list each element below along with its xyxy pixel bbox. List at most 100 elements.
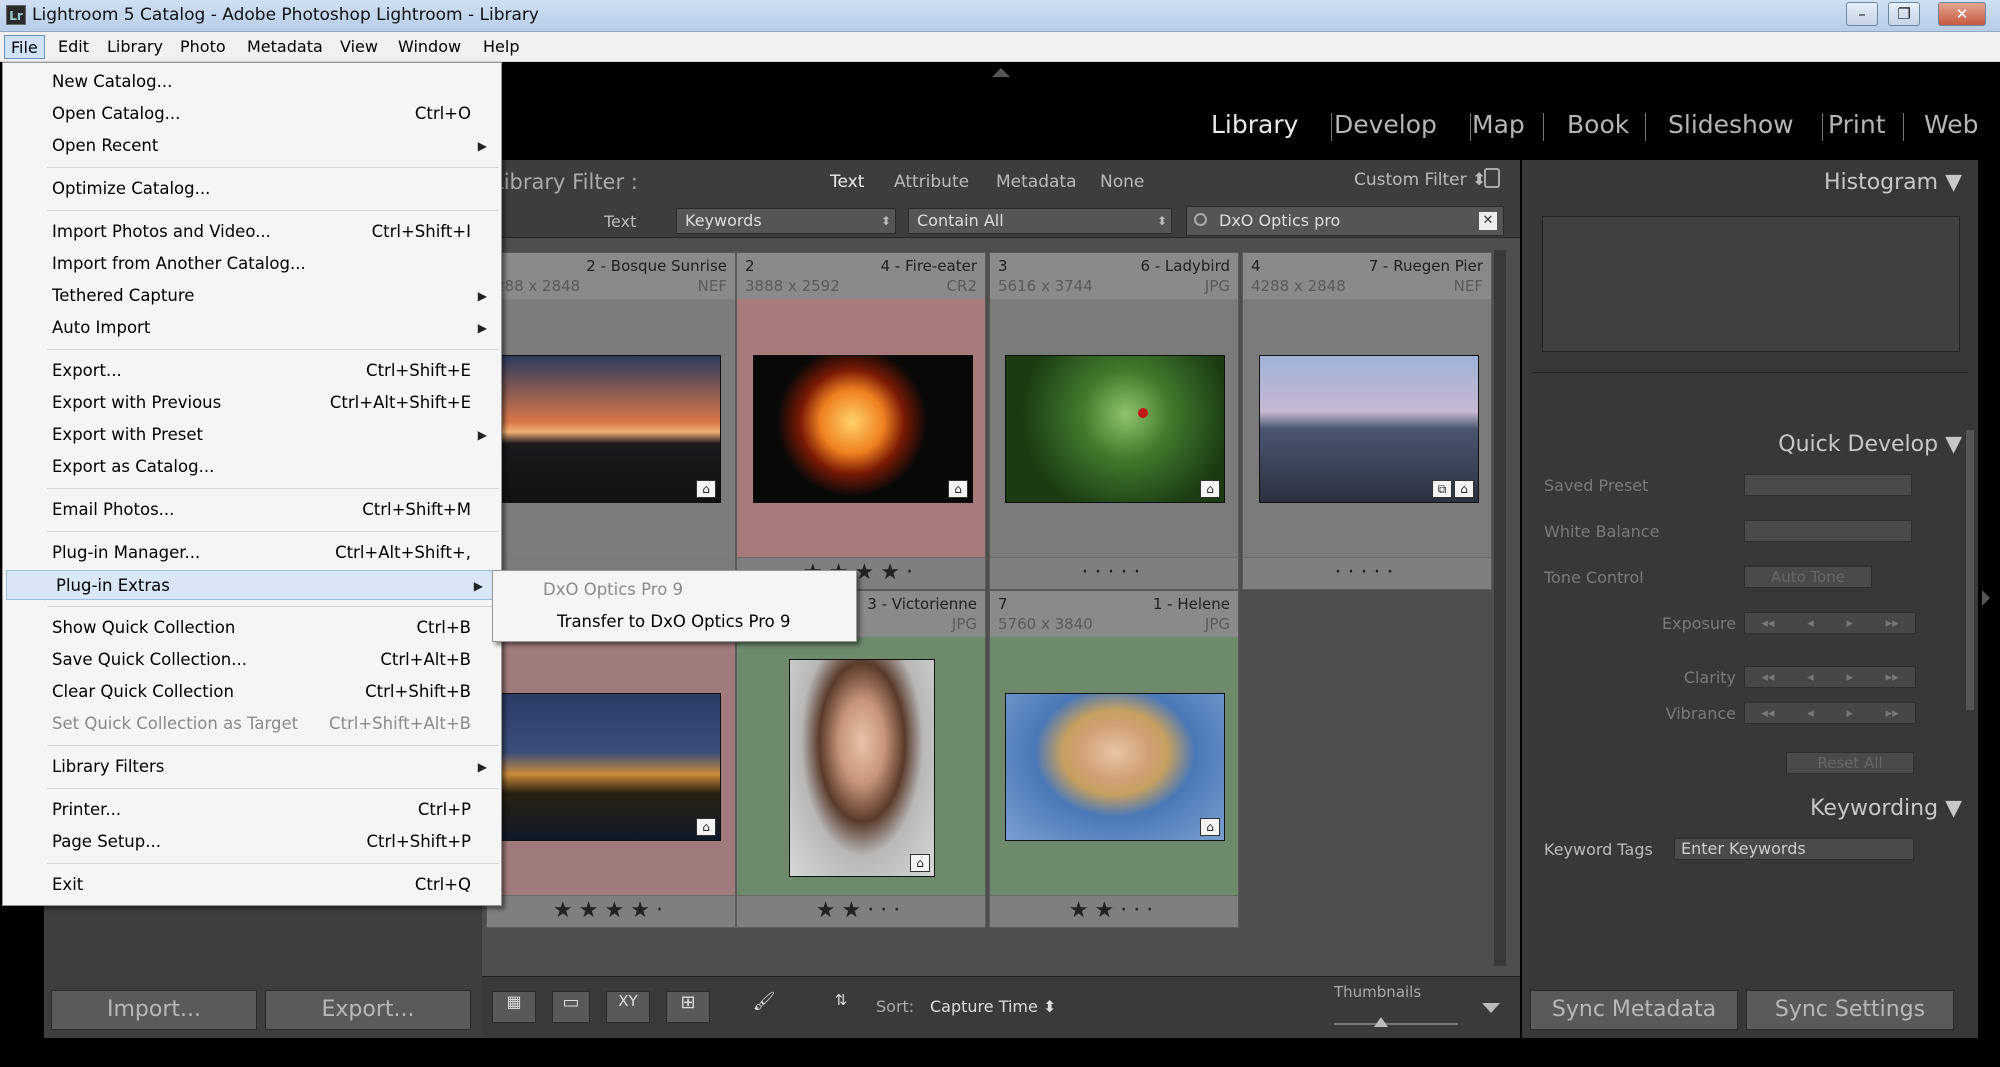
grid-scrollbar[interactable] — [1494, 250, 1506, 966]
menu-item-tethered-capture[interactable]: Tethered Capture ▶ — [3, 281, 501, 311]
import-button[interactable]: Import... — [51, 990, 257, 1030]
menu-item-library-filters[interactable]: Library Filters ▶ — [3, 752, 501, 782]
thumbnail-city-night[interactable]: ⌂ — [501, 693, 721, 841]
keywords-dropdown[interactable]: Keywords ⬍ — [676, 208, 896, 234]
filter-tab-text[interactable]: Text — [830, 172, 864, 192]
auto-tone-button[interactable]: Auto Tone — [1744, 566, 1872, 588]
photo-cell[interactable]: 24 - Fire-eater 3888 x 2592 CR2 ⌂ ★★★★· — [736, 252, 986, 590]
sync-settings-button[interactable]: Sync Settings — [1746, 990, 1954, 1030]
sync-metadata-button[interactable]: Sync Metadata — [1530, 990, 1738, 1030]
menu-item-export-with-preset[interactable]: Export with Preset ▶ — [3, 420, 501, 450]
thumbnail-fire-eater[interactable]: ⌂ — [753, 355, 973, 503]
filter-tab-none[interactable]: None — [1100, 172, 1144, 192]
photo-cell[interactable]: 4 7 - Ruegen Pier 4288 x 2848 NEF ⌂ ⧉ ····· — [1242, 252, 1492, 590]
star-rating[interactable]: ····· — [1243, 557, 1491, 589]
custom-filter-preset[interactable]: Custom Filter ⬍ — [1354, 170, 1486, 190]
photo-cell[interactable]: 3 6 - Ladybird 5616 x 3744 JPG ⌂ ····· — [989, 252, 1239, 590]
keywording-header[interactable]: Keywording ▼ — [1810, 796, 1962, 821]
close-button[interactable]: ✕ — [1938, 2, 1986, 26]
menu-help[interactable]: Help — [477, 35, 525, 59]
menu-item-exit[interactable]: Exit Ctrl+Q — [3, 870, 501, 900]
star-rating[interactable]: ★★··· — [737, 895, 985, 927]
menu-window[interactable]: Window — [392, 35, 467, 59]
filter-search-input[interactable]: DxO Optics pro ✕ — [1186, 206, 1504, 236]
expand-right-panel-icon[interactable] — [1982, 590, 1990, 606]
reset-all-button[interactable]: Reset All — [1786, 752, 1914, 774]
grid-view-icon[interactable]: ▦ — [492, 991, 536, 1023]
module-map[interactable]: Map — [1472, 110, 1525, 139]
painter-icon[interactable]: 🖌 — [752, 991, 776, 1023]
photo-cell[interactable]: 7 1 - Helene 5760 x 3840 JPG ⌂ ★★··· — [989, 590, 1239, 928]
keyword-tags-dropdown[interactable]: Enter Keywords — [1674, 838, 1914, 860]
white-balance-dropdown[interactable] — [1744, 520, 1912, 542]
menu-photo[interactable]: Photo — [174, 35, 232, 59]
menu-item-export[interactable]: Export... Ctrl+Shift+E — [3, 356, 501, 386]
filter-tab-metadata[interactable]: Metadata — [996, 172, 1077, 192]
star-rating[interactable]: ····· — [990, 557, 1238, 589]
menu-file[interactable]: File — [4, 35, 45, 59]
menu-metadata[interactable]: Metadata — [241, 35, 329, 59]
file-menu: New Catalog... Open Catalog... Ctrl+O Open … — [2, 62, 502, 906]
module-web[interactable]: Web — [1924, 110, 1979, 139]
clear-search-icon[interactable]: ✕ — [1479, 212, 1497, 230]
compare-view-icon[interactable]: XY — [606, 991, 650, 1023]
menu-item-import-photos-and-video[interactable]: Import Photos and Video... Ctrl+Shift+I — [3, 217, 501, 247]
minimize-button[interactable]: – — [1846, 2, 1878, 26]
thumbnail-ruegen-pier[interactable]: ⌂ ⧉ — [1259, 355, 1479, 503]
filter-tab-attribute[interactable]: Attribute — [894, 172, 969, 192]
lock-icon[interactable] — [1484, 168, 1500, 188]
maximize-button[interactable]: ❐ — [1888, 2, 1920, 26]
menu-item-open-catalog[interactable]: Open Catalog... Ctrl+O — [3, 99, 501, 129]
module-develop[interactable]: Develop — [1334, 110, 1437, 139]
menu-item-page-setup[interactable]: Page Setup... Ctrl+Shift+P — [3, 827, 501, 857]
menu-item-new-catalog[interactable]: New Catalog... — [3, 67, 501, 97]
menu-item-open-recent[interactable]: Open Recent ▶ — [3, 131, 501, 161]
star-rating[interactable]: ★★··· — [990, 895, 1238, 927]
menu-item-save-quick-collection[interactable]: Save Quick Collection... Ctrl+Alt+B — [3, 645, 501, 675]
module-library[interactable]: Library — [1211, 110, 1298, 139]
saved-preset-dropdown[interactable] — [1744, 474, 1912, 496]
thumbnail-bosque-sunrise[interactable]: ⌂ — [501, 355, 721, 503]
rule-dropdown[interactable]: Contain All ⬍ — [908, 208, 1172, 234]
module-print[interactable]: Print — [1828, 110, 1886, 139]
module-slideshow[interactable]: Slideshow — [1668, 110, 1794, 139]
thumbnail-helene[interactable]: ⌂ — [1005, 693, 1225, 841]
thumbnail-ladybird[interactable]: ⌂ — [1005, 355, 1225, 503]
menu-item-clear-quick-collection[interactable]: Clear Quick Collection Ctrl+Shift+B — [3, 677, 501, 707]
right-panel-scrollbar[interactable] — [1966, 430, 1974, 710]
histogram-header[interactable]: Histogram ▼ — [1824, 170, 1962, 195]
menu-item-plug-in-extras[interactable]: Plug-in Extras ▶ — [6, 570, 498, 600]
module-book[interactable]: Book — [1567, 110, 1629, 139]
menu-item-show-quick-collection[interactable]: Show Quick Collection Ctrl+B — [3, 613, 501, 643]
menu-library[interactable]: Library — [101, 35, 169, 59]
survey-view-icon[interactable]: ⊞ — [666, 991, 710, 1023]
sort-direction-icon[interactable]: ⇅ — [818, 991, 864, 1023]
menu-edit[interactable]: Edit — [52, 35, 95, 59]
menu-view[interactable]: View — [334, 35, 384, 59]
slider-thumb-icon[interactable] — [1374, 1017, 1388, 1027]
export-button[interactable]: Export... — [265, 990, 471, 1030]
menu-item-auto-import[interactable]: Auto Import ▶ — [3, 313, 501, 343]
menu-item-plug-in-manager[interactable]: Plug-in Manager... Ctrl+Alt+Shift+, — [3, 538, 501, 568]
collapse-top-panel-icon[interactable] — [992, 68, 1010, 77]
menu-item-optimize-catalog[interactable]: Optimize Catalog... — [3, 174, 501, 204]
exposure-steppers[interactable]: ◂◂ ◂ ▸ ▸▸ — [1744, 612, 1916, 634]
thumbnail-victorienne[interactable]: ⌂ — [789, 659, 935, 877]
photo-cell[interactable]: 2 - Bosque Sunrise 288 x 2848 NEF ⌂ — [486, 252, 736, 590]
clarity-steppers[interactable]: ◂◂ ◂ ▸ ▸▸ — [1744, 666, 1916, 688]
vibrance-steppers[interactable]: ◂◂ ◂ ▸ ▸▸ — [1744, 702, 1916, 724]
quick-develop-header[interactable]: Quick Develop ▼ — [1778, 432, 1962, 457]
menu-item-export-as-catalog[interactable]: Export as Catalog... — [3, 452, 501, 482]
thumbnail-size-slider[interactable] — [1334, 1023, 1458, 1025]
cell-dimensions: 4288 x 2848 — [1251, 277, 1346, 295]
menu-item-email-photos[interactable]: Email Photos... Ctrl+Shift+M — [3, 495, 501, 525]
menu-item-shortcut: Ctrl+Alt+Shift+E — [329, 393, 471, 412]
toolbar-options-icon[interactable] — [1482, 1003, 1500, 1013]
sort-dropdown[interactable]: Capture Time ⬍ — [930, 997, 1056, 1016]
star-rating[interactable]: ★★★★· — [487, 895, 735, 927]
loupe-view-icon[interactable]: ▭ — [552, 991, 590, 1023]
menu-item-export-with-previous[interactable]: Export with Previous Ctrl+Alt+Shift+E — [3, 388, 501, 418]
menu-item-printer[interactable]: Printer... Ctrl+P — [3, 795, 501, 825]
menu-item-import-from-another-catalog[interactable]: Import from Another Catalog... — [3, 249, 501, 279]
submenu-item-transfer-to-dxo-optics-pro-9[interactable]: Transfer to DxO Optics Pro 9 — [493, 607, 856, 637]
